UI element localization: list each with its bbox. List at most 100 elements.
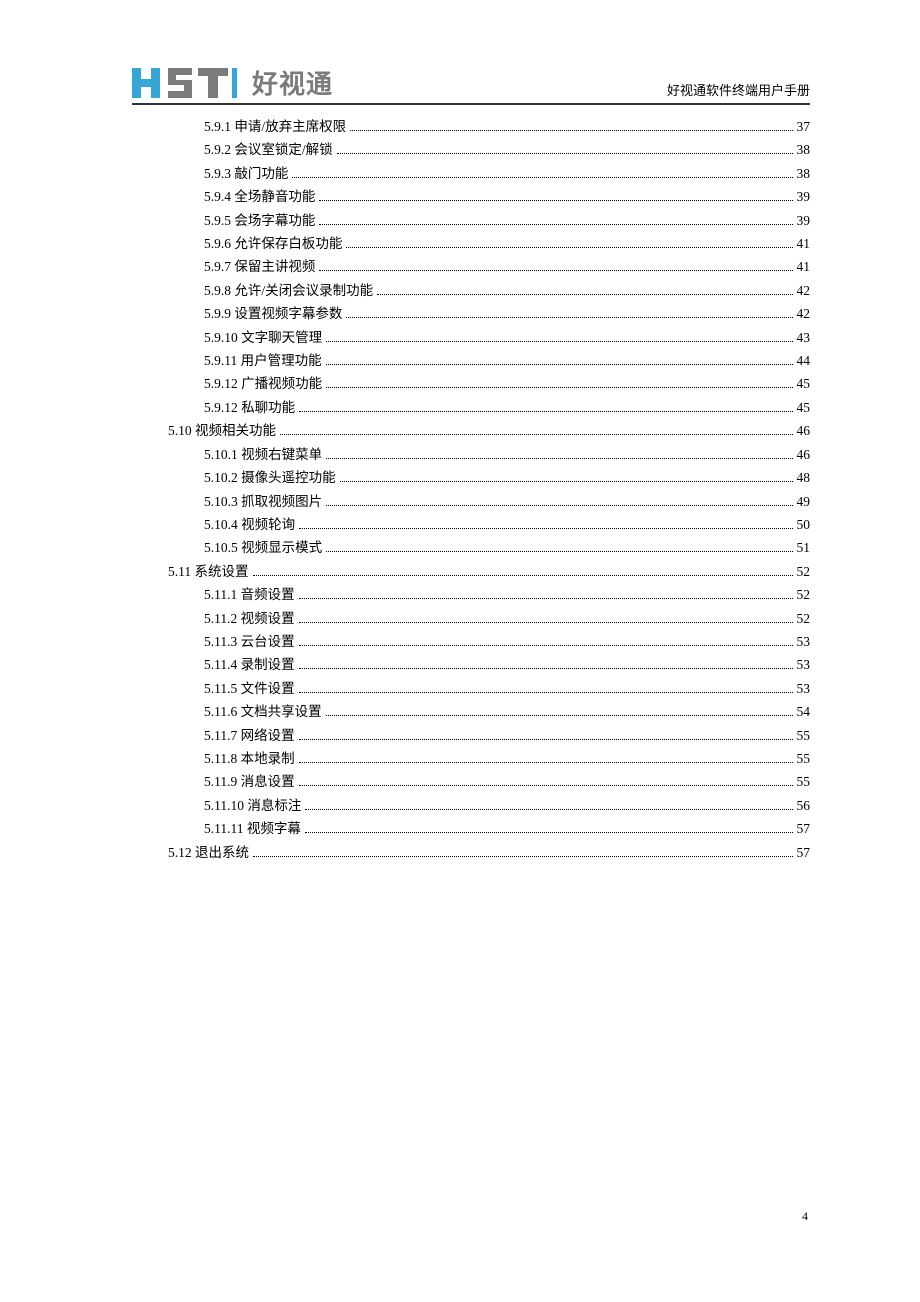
toc-entry[interactable]: 5.9.7 保留主讲视频 41: [132, 255, 810, 278]
toc-leader-dots: [299, 645, 793, 646]
toc-leader-dots: [340, 481, 793, 482]
toc-leader-dots: [299, 528, 792, 529]
toc-entry[interactable]: 5.9.6 允许保存白板功能 41: [132, 232, 810, 255]
toc-entry-label: 5.11.7 网络设置: [204, 724, 295, 747]
toc-entry[interactable]: 5.10.3 抓取视频图片 49: [132, 490, 810, 513]
toc-entry-page: 52: [797, 607, 811, 630]
toc-entry[interactable]: 5.11.6 文档共享设置 54: [132, 700, 810, 723]
toc-entry[interactable]: 5.11.5 文件设置 53: [132, 677, 810, 700]
toc-entry-page: 51: [797, 536, 811, 559]
toc-entry[interactable]: 5.12 退出系统 57: [132, 841, 810, 864]
logo: 好视通: [132, 64, 333, 101]
toc-entry-page: 54: [797, 700, 811, 723]
toc-entry-label: 5.11.4 录制设置: [204, 653, 295, 676]
toc-entry-label: 5.10.1 视频右键菜单: [204, 443, 322, 466]
toc-entry[interactable]: 5.9.5 会场字幕功能 39: [132, 209, 810, 232]
toc-entry-page: 57: [797, 841, 811, 864]
toc-entry-label: 5.9.10 文字聊天管理: [204, 326, 322, 349]
toc-leader-dots: [346, 317, 792, 318]
toc-entry[interactable]: 5.10.5 视频显示模式 51: [132, 536, 810, 559]
toc-entry-page: 55: [797, 724, 811, 747]
toc-entry-label: 5.11.6 文档共享设置: [204, 700, 322, 723]
toc-entry-page: 46: [797, 419, 811, 442]
toc-entry[interactable]: 5.9.2 会议室锁定/解锁 38: [132, 138, 810, 161]
toc-entry[interactable]: 5.11.3 云台设置 53: [132, 630, 810, 653]
toc-entry-label: 5.10.3 抓取视频图片: [204, 490, 322, 513]
toc-entry[interactable]: 5.10.4 视频轮询 50: [132, 513, 810, 536]
toc-leader-dots: [319, 224, 792, 225]
toc-entry-label: 5.11.3 云台设置: [204, 630, 295, 653]
toc-entry-label: 5.9.12 私聊功能: [204, 396, 295, 419]
toc-entry[interactable]: 5.11.9 消息设置 55: [132, 770, 810, 793]
toc-entry[interactable]: 5.10.1 视频右键菜单 46: [132, 443, 810, 466]
toc-entry-label: 5.11.11 视频字幕: [204, 817, 301, 840]
toc-entry[interactable]: 5.11.4 录制设置 53: [132, 653, 810, 676]
toc-entry-page: 55: [797, 770, 811, 793]
toc-entry-page: 44: [797, 349, 811, 372]
toc-leader-dots: [377, 294, 792, 295]
toc-entry-page: 41: [797, 232, 811, 255]
toc-entry-page: 37: [797, 115, 811, 138]
toc-entry-label: 5.12 退出系统: [168, 841, 249, 864]
toc-leader-dots: [326, 551, 792, 552]
toc-entry[interactable]: 5.9.9 设置视频字幕参数 42: [132, 302, 810, 325]
toc-entry-label: 5.11.2 视频设置: [204, 607, 295, 630]
toc-entry-page: 38: [797, 138, 811, 161]
toc-leader-dots: [280, 434, 793, 435]
toc-entry[interactable]: 5.9.12 私聊功能 45: [132, 396, 810, 419]
toc-leader-dots: [292, 177, 792, 178]
toc-entry[interactable]: 5.11.10 消息标注 56: [132, 794, 810, 817]
toc-entry-page: 53: [797, 653, 811, 676]
toc-entry-page: 46: [797, 443, 811, 466]
toc-entry[interactable]: 5.11.1 音频设置 52: [132, 583, 810, 606]
toc-entry-label: 5.9.12 广播视频功能: [204, 372, 322, 395]
toc-entry[interactable]: 5.9.12 广播视频功能 45: [132, 372, 810, 395]
toc-entry-label: 5.9.2 会议室锁定/解锁: [204, 138, 333, 161]
page-number: 4: [802, 1209, 808, 1224]
toc-leader-dots: [346, 247, 792, 248]
toc-entry-page: 48: [797, 466, 811, 489]
toc-leader-dots: [326, 341, 792, 342]
toc-entry-page: 45: [797, 396, 811, 419]
toc-entry-label: 5.11.9 消息设置: [204, 770, 295, 793]
document-page: 好视通 好视通软件终端用户手册 5.9.1 申请/放弃主席权限 375.9.2 …: [0, 0, 920, 864]
toc-leader-dots: [326, 364, 793, 365]
toc-entry-label: 5.9.6 允许保存白板功能: [204, 232, 342, 255]
toc-entry-page: 41: [797, 255, 811, 278]
toc-leader-dots: [326, 715, 793, 716]
toc-entry[interactable]: 5.10.2 摄像头遥控功能 48: [132, 466, 810, 489]
toc-entry[interactable]: 5.11 系统设置 52: [132, 560, 810, 583]
toc-entry-label: 5.10.2 摄像头遥控功能: [204, 466, 336, 489]
toc-entry-label: 5.9.9 设置视频字幕参数: [204, 302, 342, 325]
toc-entry-page: 57: [797, 817, 811, 840]
toc-entry-page: 53: [797, 677, 811, 700]
toc-leader-dots: [319, 200, 792, 201]
toc-entry[interactable]: 5.9.8 允许/关闭会议录制功能 42: [132, 279, 810, 302]
toc-entry-page: 39: [797, 185, 811, 208]
toc-entry[interactable]: 5.9.1 申请/放弃主席权限 37: [132, 115, 810, 138]
toc-entry[interactable]: 5.10 视频相关功能 46: [132, 419, 810, 442]
toc-entry[interactable]: 5.11.8 本地录制 55: [132, 747, 810, 770]
toc-entry-page: 43: [797, 326, 811, 349]
toc-entry[interactable]: 5.9.11 用户管理功能 44: [132, 349, 810, 372]
toc-entry[interactable]: 5.9.4 全场静音功能 39: [132, 185, 810, 208]
toc-entry-page: 42: [797, 279, 811, 302]
toc-entry-page: 39: [797, 209, 811, 232]
toc-entry[interactable]: 5.11.11 视频字幕 57: [132, 817, 810, 840]
toc-leader-dots: [299, 411, 792, 412]
table-of-contents: 5.9.1 申请/放弃主席权限 375.9.2 会议室锁定/解锁 385.9.3…: [132, 115, 810, 864]
toc-entry-label: 5.9.11 用户管理功能: [204, 349, 322, 372]
document-title: 好视通软件终端用户手册: [667, 80, 810, 101]
toc-entry[interactable]: 5.9.10 文字聊天管理 43: [132, 326, 810, 349]
toc-entry[interactable]: 5.11.2 视频设置 52: [132, 607, 810, 630]
toc-leader-dots: [350, 130, 792, 131]
toc-entry-page: 42: [797, 302, 811, 325]
toc-entry-label: 5.11.8 本地录制: [204, 747, 295, 770]
toc-entry[interactable]: 5.9.3 敲门功能 38: [132, 162, 810, 185]
toc-entry-page: 52: [797, 583, 811, 606]
toc-entry-label: 5.11.10 消息标注: [204, 794, 301, 817]
toc-entry[interactable]: 5.11.7 网络设置 55: [132, 724, 810, 747]
toc-entry-page: 45: [797, 372, 811, 395]
page-header: 好视通 好视通软件终端用户手册: [132, 64, 810, 105]
toc-entry-page: 49: [797, 490, 811, 513]
